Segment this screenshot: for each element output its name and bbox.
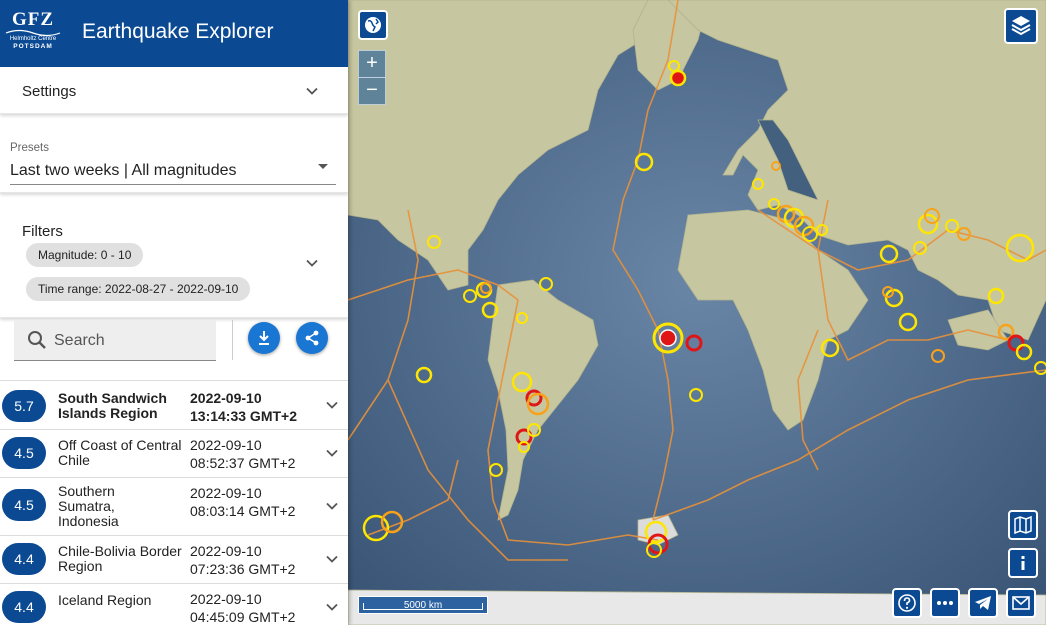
search-icon [28, 331, 46, 349]
magnitude-badge: 4.5 [2, 489, 46, 521]
zoom-in-button[interactable]: + [358, 50, 386, 78]
event-list: 5.7 South Sandwich Islands Region 2022-0… [0, 380, 348, 625]
chevron-down-icon[interactable] [326, 399, 338, 411]
chevron-down-icon[interactable] [326, 500, 338, 512]
event-row[interactable]: 4.5 Southern Sumatra, Indonesia 2022-09-… [0, 477, 348, 535]
chevron-down-icon[interactable] [326, 553, 338, 565]
mail-button[interactable] [1006, 588, 1036, 618]
mail-icon [1012, 596, 1030, 610]
world-map[interactable] [348, 0, 1046, 625]
settings-label: Settings [22, 83, 77, 100]
filters-label: Filters [22, 223, 63, 240]
wave-icon [5, 29, 61, 37]
event-time: 04:45:09 GMT+2 [190, 609, 296, 625]
magnitude-badge: 4.4 [2, 591, 46, 623]
telegram-button[interactable] [968, 588, 998, 618]
map-icon [1014, 515, 1032, 535]
event-region: Iceland Region [58, 592, 152, 608]
info-button[interactable] [1008, 548, 1038, 578]
event-region: Off Coast of Central Chile [58, 437, 182, 468]
presets-caption: Presets [10, 142, 49, 154]
more-icon [937, 601, 953, 605]
globe-icon [365, 17, 381, 33]
event-region: Southern Sumatra, Indonesia [58, 483, 119, 529]
telegram-icon [975, 596, 991, 610]
layers-icon [1011, 16, 1031, 36]
chevron-down-icon[interactable] [326, 447, 338, 459]
filters-panel[interactable]: Filters Magnitude: 0 - 10 Time range: 20… [0, 207, 348, 318]
scale-bar: 5000 km [358, 596, 488, 614]
event-row[interactable]: 4.4 Chile-Bolivia Border Region 2022-09-… [0, 535, 348, 583]
basemap-button[interactable] [1008, 510, 1038, 540]
dropdown-arrow-icon[interactable] [318, 164, 328, 169]
presets-value: Last two weeks | All magnitudes [10, 162, 237, 179]
sidebar: GFZ Helmholtz Centre POTSDAM Earthquake … [0, 0, 348, 625]
event-date: 2022-09-10 [190, 485, 262, 501]
chevron-down-icon[interactable] [306, 257, 318, 269]
gfz-logo: GFZ Helmholtz Centre POTSDAM [4, 10, 62, 50]
settings-panel[interactable]: Settings [0, 67, 348, 114]
search-input[interactable]: Search [14, 320, 216, 361]
download-button[interactable] [248, 322, 280, 354]
event-region: Chile-Bolivia Border Region [58, 543, 182, 574]
share-icon [305, 330, 319, 346]
event-time: 07:23:36 GMT+2 [190, 561, 296, 577]
zoom-out-button[interactable]: − [358, 77, 386, 105]
app-header: GFZ Helmholtz Centre POTSDAM Earthquake … [0, 0, 348, 67]
event-date: 2022-09-10 [190, 390, 262, 406]
event-region: South Sandwich Islands Region [58, 390, 167, 421]
event-date: 2022-09-10 [190, 543, 262, 559]
help-icon [898, 594, 916, 612]
app-title: Earthquake Explorer [82, 20, 274, 43]
magnitude-badge: 4.4 [2, 543, 46, 575]
earthquake-map[interactable]: + − 5000 km [348, 0, 1046, 625]
event-time: 13:14:33 GMT+2 [190, 408, 297, 424]
list-toolbar: Search [0, 316, 348, 378]
more-button[interactable] [930, 588, 960, 618]
event-row[interactable]: 5.7 South Sandwich Islands Region 2022-0… [0, 380, 348, 429]
download-icon [259, 331, 269, 345]
chevron-down-icon[interactable] [306, 85, 318, 97]
filter-chip-time-range[interactable]: Time range: 2022-08-27 - 2022-09-10 [26, 277, 251, 301]
event-date: 2022-09-10 [190, 591, 262, 607]
presets-select[interactable]: Presets Last two weeks | All magnitudes [0, 126, 348, 193]
event-time: 08:52:37 GMT+2 [190, 455, 296, 471]
magnitude-badge: 4.5 [2, 437, 46, 469]
event-row[interactable]: 4.5 Off Coast of Central Chile 2022-09-1… [0, 429, 348, 477]
globe-button[interactable] [358, 10, 388, 40]
help-button[interactable] [892, 588, 922, 618]
layers-button[interactable] [1004, 8, 1038, 44]
filter-chip-magnitude[interactable]: Magnitude: 0 - 10 [26, 243, 144, 267]
magnitude-badge: 5.7 [2, 390, 46, 422]
chevron-down-icon[interactable] [326, 601, 338, 613]
event-date: 2022-09-10 [190, 437, 262, 453]
event-time: 08:03:14 GMT+2 [190, 503, 296, 519]
search-placeholder: Search [54, 332, 105, 349]
event-row[interactable]: 4.4 Iceland Region 2022-09-10 04:45:09 GM… [0, 583, 348, 625]
info-icon [1021, 556, 1025, 570]
share-button[interactable] [296, 322, 328, 354]
